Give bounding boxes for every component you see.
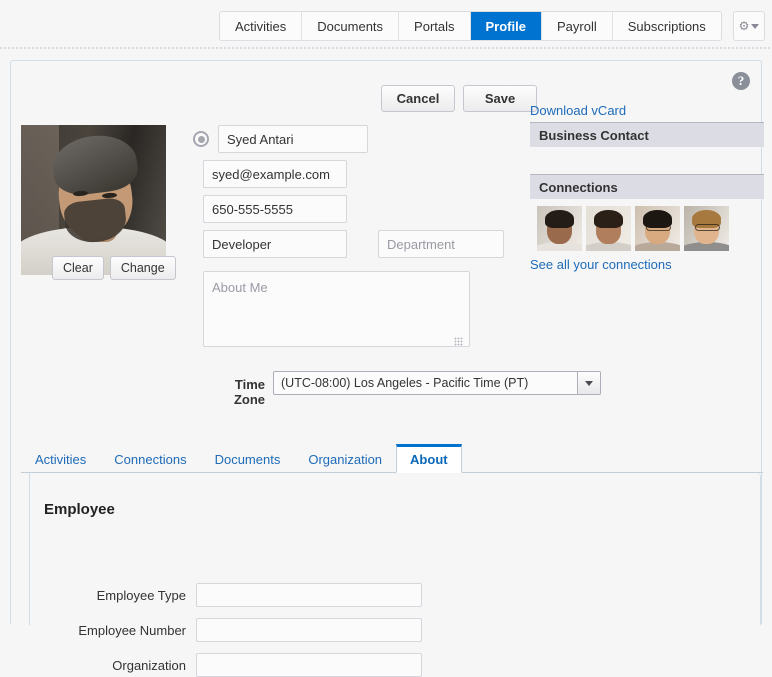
- phone-input[interactable]: [203, 195, 347, 223]
- top-navigation-bar: Activities Documents Portals Profile Payroll…: [0, 0, 772, 49]
- connection-avatar-3[interactable]: [635, 206, 680, 251]
- sub-tab-about[interactable]: About: [396, 444, 462, 473]
- timezone-select[interactable]: (UTC-08:00) Los Angeles - Pacific Time (…: [273, 371, 601, 395]
- about-me-textarea[interactable]: [203, 271, 470, 347]
- user-profile-photo: [21, 125, 166, 275]
- employee-section: Employee Employee Type Employee Number O…: [29, 473, 761, 677]
- employee-field-row: Employee Type: [36, 583, 422, 607]
- presence-status-icon[interactable]: [193, 131, 209, 147]
- business-contact-header: Business Contact: [530, 122, 764, 147]
- top-tab-portals[interactable]: Portals: [399, 12, 471, 40]
- employee-number-label: Employee Number: [78, 622, 186, 638]
- top-tab-documents[interactable]: Documents: [302, 12, 400, 40]
- timezone-label: Time Zone: [233, 377, 265, 407]
- settings-gear-button[interactable]: ⚙: [733, 11, 765, 41]
- clear-photo-button[interactable]: Clear: [52, 256, 104, 280]
- top-tab-group: Activities Documents Portals Profile Payroll…: [219, 11, 722, 41]
- header-divider: [0, 47, 772, 49]
- employee-organization-input[interactable]: [196, 653, 422, 677]
- change-photo-button[interactable]: Change: [109, 256, 176, 280]
- textarea-resize-handle[interactable]: [454, 337, 463, 346]
- employee-field-row: Employee Number: [36, 618, 422, 642]
- connections-header: Connections: [530, 174, 764, 199]
- connection-avatar-2[interactable]: [586, 206, 631, 251]
- sub-tab-connections[interactable]: Connections: [100, 446, 200, 473]
- save-button[interactable]: Save: [463, 85, 537, 112]
- top-tab-subscriptions[interactable]: Subscriptions: [612, 12, 721, 40]
- sub-tab-activities[interactable]: Activities: [21, 446, 100, 473]
- employee-section-title: Employee: [44, 501, 115, 518]
- connections-avatar-list: [537, 206, 729, 251]
- name-input[interactable]: [218, 125, 368, 153]
- top-tab-activities[interactable]: Activities: [220, 12, 303, 40]
- help-icon[interactable]: ?: [732, 72, 750, 90]
- download-vcard-link[interactable]: Download vCard: [530, 103, 626, 118]
- department-input[interactable]: [378, 230, 504, 258]
- profile-sub-tabs: Activities Connections Documents Organizati…: [21, 444, 462, 473]
- avatar[interactable]: [21, 125, 166, 275]
- gear-icon: ⚙: [738, 19, 750, 33]
- top-tab-profile[interactable]: Profile: [470, 12, 542, 40]
- see-all-connections-link[interactable]: See all your connections: [530, 257, 672, 272]
- employee-type-input[interactable]: [196, 583, 422, 607]
- avatar-action-buttons: Clear Change: [52, 256, 176, 280]
- cancel-button[interactable]: Cancel: [381, 85, 455, 112]
- connection-avatar-4[interactable]: [684, 206, 729, 251]
- title-input[interactable]: [203, 230, 347, 258]
- profile-panel: ? Cancel Save Clear Change Time Zone (UT…: [10, 60, 764, 677]
- email-input[interactable]: [203, 160, 347, 188]
- connection-avatar-1[interactable]: [537, 206, 582, 251]
- employee-number-input[interactable]: [196, 618, 422, 642]
- chevron-down-icon: [751, 23, 760, 29]
- employee-organization-label: Organization: [112, 657, 186, 673]
- chevron-down-icon: [577, 372, 600, 394]
- sub-tab-organization[interactable]: Organization: [294, 446, 396, 473]
- timezone-selected-value: (UTC-08:00) Los Angeles - Pacific Time (…: [281, 376, 529, 390]
- employee-type-label: Employee Type: [96, 587, 186, 603]
- top-tab-payroll[interactable]: Payroll: [541, 12, 613, 40]
- sub-tab-documents[interactable]: Documents: [201, 446, 295, 473]
- form-action-buttons: Cancel Save: [381, 85, 537, 112]
- employee-field-row: Organization: [36, 653, 422, 677]
